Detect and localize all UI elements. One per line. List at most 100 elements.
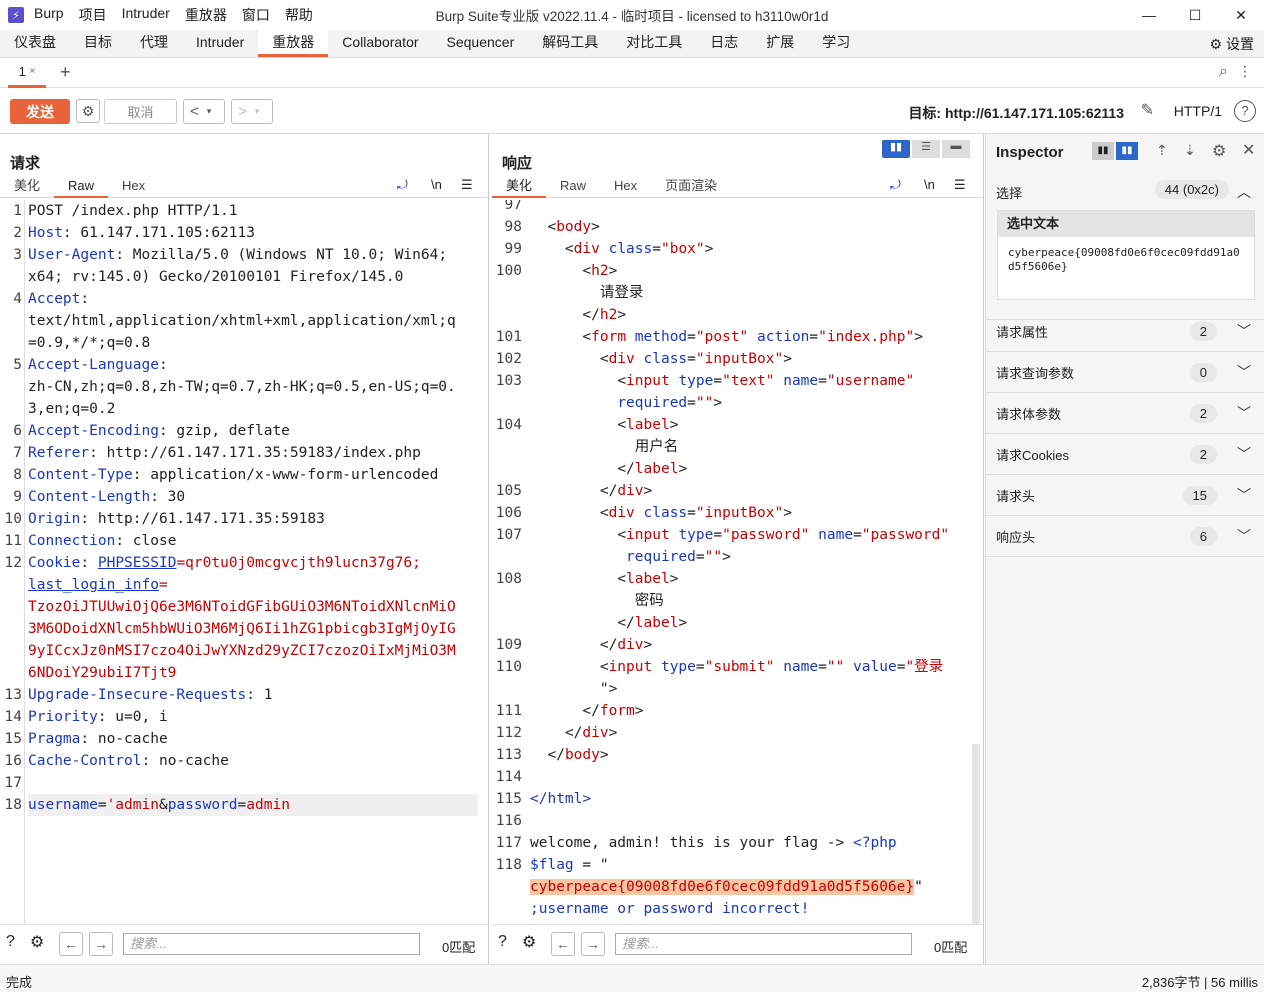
menu-item[interactable]: Burp <box>34 5 64 25</box>
code-line: ;username or password incorrect! <box>530 898 809 920</box>
chevron-down-icon[interactable]: ﹀ <box>1237 403 1251 423</box>
tab-7[interactable]: 解码工具 <box>528 29 612 57</box>
scrollbar[interactable] <box>972 744 980 924</box>
tab-10[interactable]: 扩展 <box>752 29 808 57</box>
gear-icon[interactable]: ⚙ <box>522 932 536 952</box>
help-icon[interactable]: ? <box>498 933 507 951</box>
tab-close-icon[interactable]: × <box>30 66 36 77</box>
tab-2[interactable]: 代理 <box>126 29 182 57</box>
inspector-row-label: 请求Cookies <box>996 447 1069 463</box>
prev-match-button[interactable]: ← <box>551 932 575 956</box>
back-button[interactable]: < ▾ <box>183 99 225 124</box>
expand-icon[interactable]: ⇡ <box>1156 142 1168 159</box>
wrap-icon[interactable]: ⤾ <box>890 177 901 193</box>
edit-target-icon[interactable]: ✎ <box>1141 100 1154 120</box>
minimize-icon[interactable]: — <box>1126 0 1172 30</box>
top-bottom-icon[interactable]: ☰ <box>912 140 940 158</box>
request-tab-2[interactable]: Hex <box>108 174 159 198</box>
close-icon[interactable]: ✕ <box>1242 140 1255 160</box>
maximize-icon[interactable]: ☐ <box>1172 0 1218 30</box>
newline-toggle[interactable]: \n <box>431 177 442 192</box>
menu-item[interactable]: 项目 <box>79 5 107 25</box>
cancel-button[interactable]: 取消 <box>104 99 177 124</box>
tab-6[interactable]: Sequencer <box>433 29 529 57</box>
tab-8[interactable]: 对比工具 <box>612 29 696 57</box>
gear-icon[interactable]: ⚙ <box>30 932 44 952</box>
cookie-value: 6NDoiY29ubiI7Tjt9 <box>28 665 177 681</box>
help-icon[interactable]: ? <box>6 933 15 951</box>
tabs-layout-icon[interactable]: ▬ <box>942 140 970 158</box>
request-view-tabs: 美化 Raw Hex <box>0 174 488 198</box>
layout-icon[interactable]: ▮▮ <box>1116 142 1138 160</box>
tab-11[interactable]: 学习 <box>808 29 864 57</box>
tab-3[interactable]: Intruder <box>182 29 258 57</box>
forward-button[interactable]: > ▾ <box>231 99 273 124</box>
tag-name: label <box>634 461 679 477</box>
response-editor[interactable]: 97 98 <body> 99 <div class="box"> 100 <h2> … <box>492 200 972 924</box>
send-options-gear-icon[interactable]: ⚙ <box>76 99 100 123</box>
chevron-down-icon[interactable]: ﹀ <box>1237 526 1251 546</box>
gear-icon[interactable]: ⚙ <box>1212 141 1226 161</box>
header-value: : gzip, deflate <box>158 423 290 439</box>
send-button[interactable]: 发送 <box>10 99 70 124</box>
burp-logo-icon: ⚡ <box>8 7 24 23</box>
header-name: Upgrade-Insecure-Requests <box>28 687 247 703</box>
tab-5[interactable]: Collaborator <box>328 29 432 57</box>
chevron-down-icon[interactable]: ﹀ <box>1237 444 1251 464</box>
menu-item[interactable]: 重放器 <box>185 5 227 25</box>
request-search-input[interactable]: 搜索... <box>123 933 420 955</box>
next-match-button[interactable]: → <box>581 932 605 956</box>
request-tab-0[interactable]: 美化 <box>0 174 54 198</box>
response-search-input[interactable]: 搜索... <box>615 933 912 955</box>
request-tab-1[interactable]: Raw <box>54 174 109 198</box>
next-match-button[interactable]: → <box>89 932 113 956</box>
collapse-icon[interactable]: ⇣ <box>1184 142 1196 159</box>
inspector-row[interactable]: 请求头 15 ﹀ <box>986 475 1264 516</box>
inspector-row[interactable]: 响应头 6 ﹀ <box>986 516 1264 557</box>
chevron-down-icon[interactable]: ﹀ <box>1237 485 1251 505</box>
http-version[interactable]: HTTP/1 <box>1174 103 1222 119</box>
add-tab-button[interactable]: + <box>60 62 71 83</box>
inspector-row[interactable]: 请求属性 2 ﹀ <box>986 311 1264 352</box>
selected-text-value: cyberpeace{09008fd0e6f0cec09fdd91a0d5f56… <box>1008 246 1240 273</box>
line-number: 110 <box>495 659 522 675</box>
tab-1[interactable]: 1 × <box>8 58 46 88</box>
menu-item[interactable]: Intruder <box>122 5 170 25</box>
code-line: username='admin&password=admin <box>28 794 478 816</box>
param-value: admin <box>246 797 290 813</box>
inspector-row[interactable]: 请求Cookies 2 ﹀ <box>986 434 1264 475</box>
settings-button[interactable]: ⚙ 设置 <box>1210 34 1254 54</box>
wrap-icon[interactable]: ⤾ <box>397 177 408 193</box>
tag-open: < <box>599 659 609 675</box>
chevron-up-icon[interactable]: ︿ <box>1237 182 1251 202</box>
chevron-down-icon[interactable]: ﹀ <box>1237 362 1251 382</box>
response-tab-3[interactable]: 页面渲染 <box>651 174 731 198</box>
search-icon[interactable]: ⌕ <box>1219 63 1228 81</box>
inspector-row[interactable]: 请求体参数 2 ﹀ <box>986 393 1264 434</box>
header-value: : u=0, i <box>97 709 168 725</box>
chevron-down-icon[interactable]: ﹀ <box>1237 321 1251 341</box>
tab-4[interactable]: 重放器 <box>258 29 329 57</box>
php-text: ;username or password incorrect! <box>530 901 810 917</box>
tab-1[interactable]: 目标 <box>70 29 126 57</box>
response-tab-2[interactable]: Hex <box>600 174 651 198</box>
newline-toggle[interactable]: \n <box>924 177 935 192</box>
menu-icon[interactable]: ☰ <box>954 177 966 193</box>
help-icon[interactable]: ? <box>1234 100 1256 122</box>
tab-9[interactable]: 日志 <box>696 29 752 57</box>
attr-name: type <box>678 373 714 389</box>
request-editor[interactable]: 1 POST /index.php HTTP/1.1 2 Host: 61.147.1… <box>0 200 480 924</box>
close-icon[interactable]: ✕ <box>1218 0 1264 30</box>
menu-icon[interactable]: ☰ <box>461 177 473 193</box>
tab-0[interactable]: 仪表盘 <box>0 29 70 57</box>
menu-item[interactable]: 窗口 <box>242 5 270 25</box>
code-line: Content-Length: 30 <box>28 486 185 508</box>
menu-item[interactable]: 帮助 <box>285 5 313 25</box>
more-icon[interactable]: ⋮ <box>1238 63 1252 80</box>
response-tab-0[interactable]: 美化 <box>492 174 547 198</box>
response-tab-1[interactable]: Raw <box>546 174 600 198</box>
inspector-row[interactable]: 请求查询参数 0 ﹀ <box>986 352 1264 393</box>
side-by-side-icon[interactable]: ▮▮ <box>882 140 910 158</box>
prev-match-button[interactable]: ← <box>59 932 83 956</box>
layout-icon[interactable]: ▮▮ <box>1092 142 1114 160</box>
